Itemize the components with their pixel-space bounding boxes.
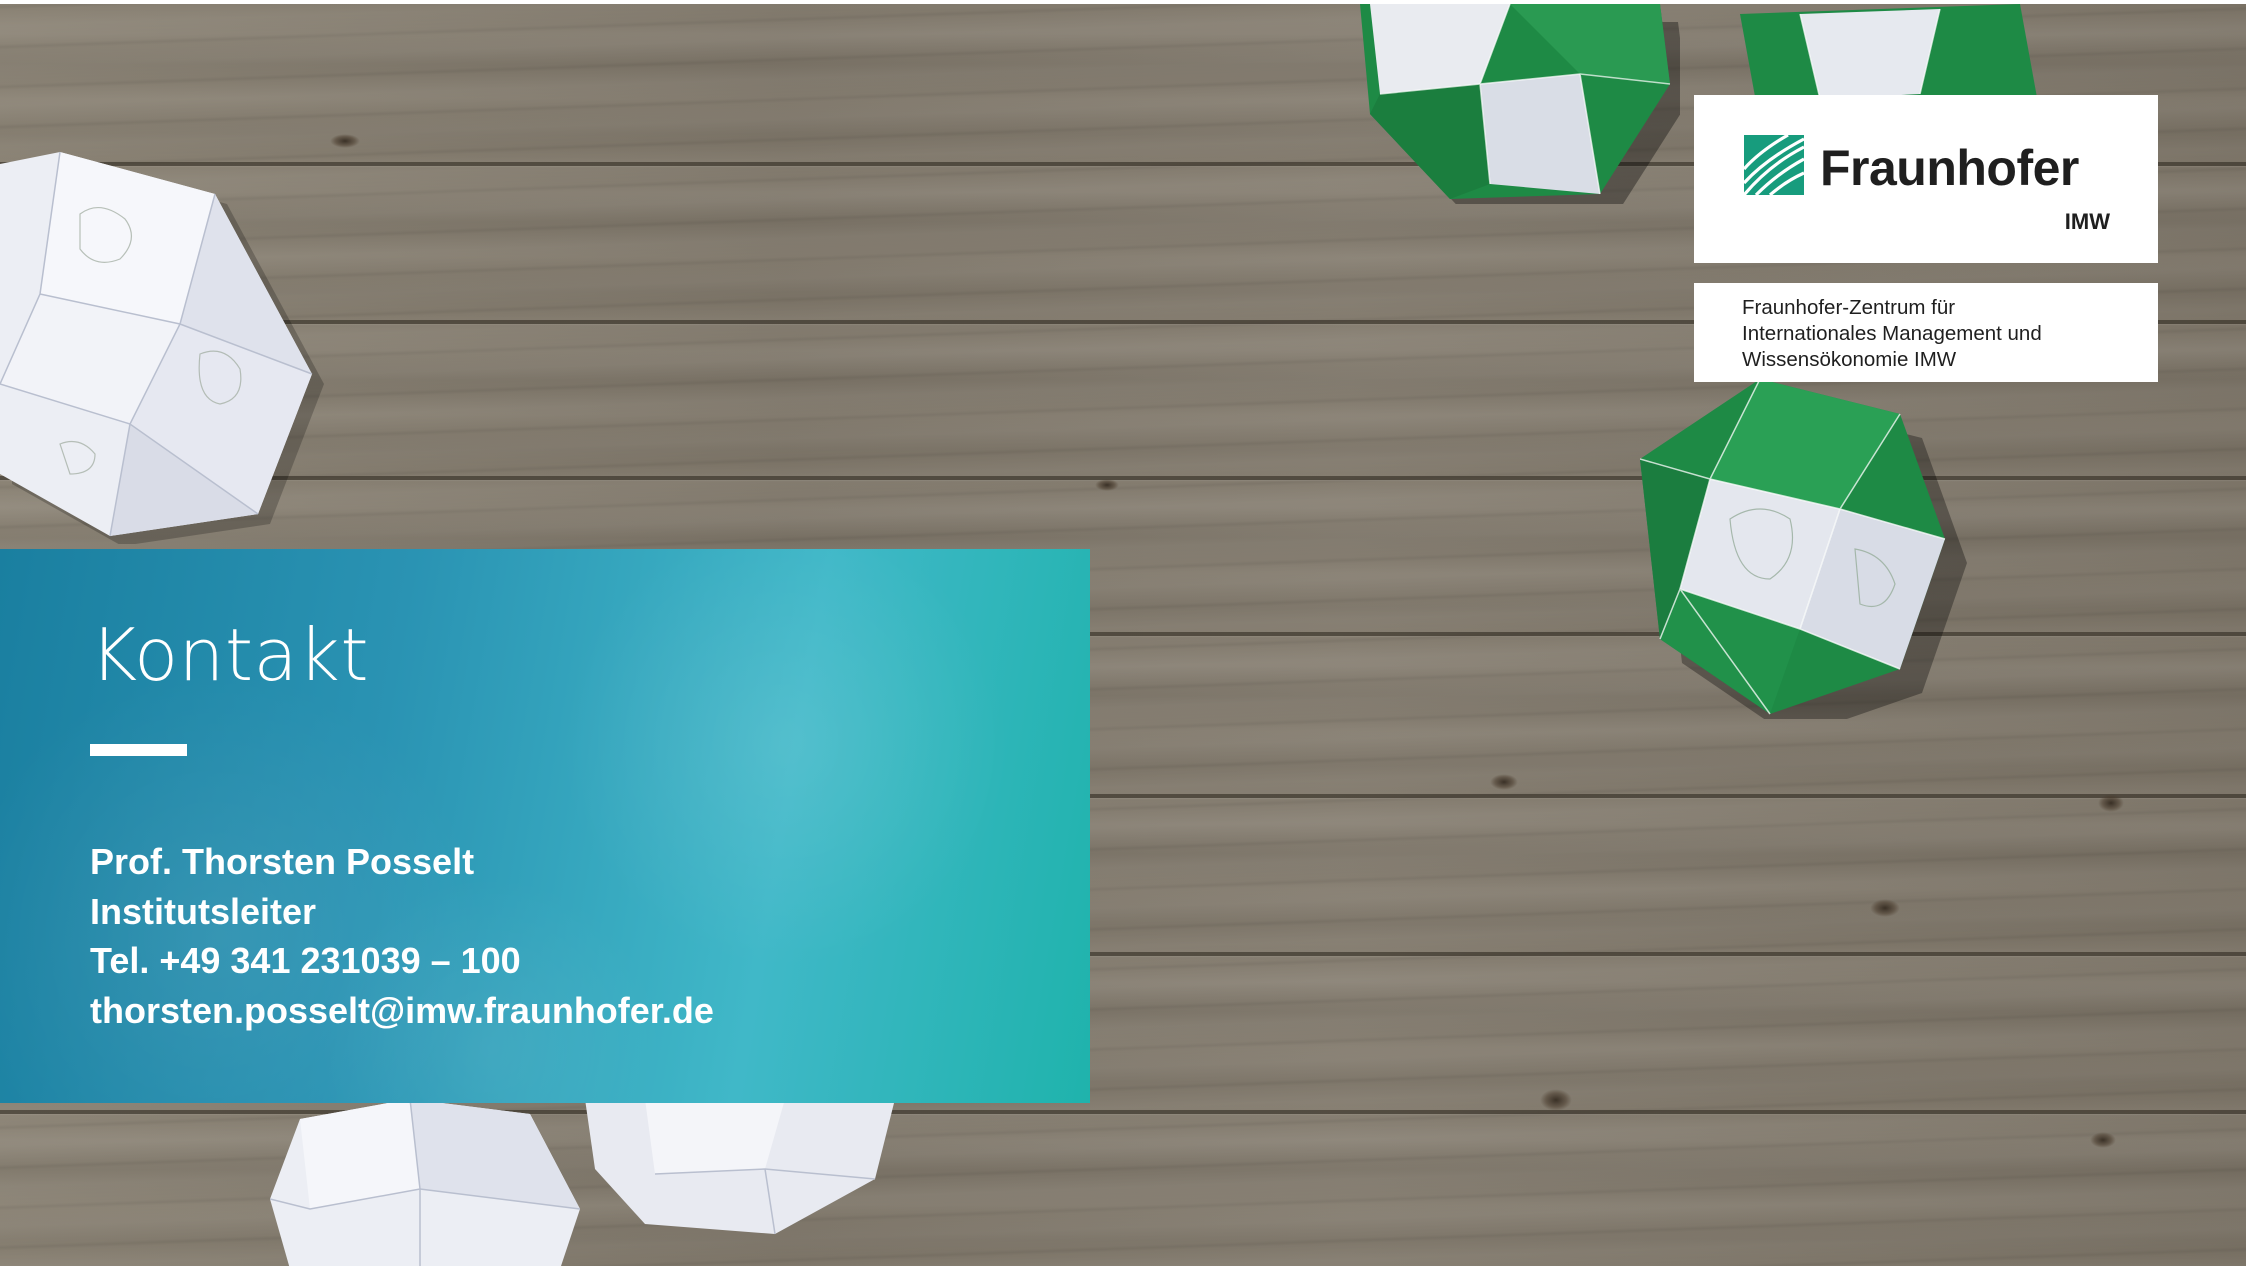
wood-knot [1540, 1089, 1572, 1111]
logo-unit: IMW [2064, 209, 2110, 234]
wood-knot [2090, 1132, 2116, 1148]
institute-description: Fraunhofer-Zentrum für Internationales M… [1694, 283, 2158, 382]
contact-panel: Kontakt Prof. Thorsten Posselt Instituts… [0, 549, 1090, 1103]
green-paper-globe-icon [1360, 4, 1680, 204]
contact-phone: Tel. +49 341 231039 – 100 [90, 940, 521, 981]
wood-knot [330, 134, 360, 148]
contact-name: Prof. Thorsten Posselt [90, 841, 475, 882]
title-underline [90, 744, 187, 756]
wood-knot [2098, 794, 2124, 812]
wood-knot [1490, 774, 1518, 790]
wood-knot [1870, 899, 1900, 917]
contact-details: Prof. Thorsten Posselt Institutsleiter T… [90, 837, 714, 1035]
fraunhofer-logo: Fraunhofer IMW [1694, 95, 2158, 263]
green-paper-globe-icon [1640, 379, 1967, 719]
page-title: Kontakt [90, 613, 370, 697]
slide-background: Fraunhofer IMW Fraunhofer-Zentrum für In… [0, 4, 2246, 1266]
institute-line: Wissensökonomie IMW [1742, 348, 1957, 371]
white-paper-globe-icon [270, 1099, 581, 1266]
contact-email[interactable]: thorsten.posselt@imw.fraunhofer.de [90, 986, 714, 1036]
wood-knot [1095, 479, 1119, 491]
contact-role: Institutsleiter [90, 890, 317, 932]
white-paper-globe-icon [0, 151, 324, 544]
fraunhofer-stripes-icon [1744, 135, 1804, 195]
institute-line: Internationales Management und [1742, 322, 2042, 345]
institute-line: Fraunhofer-Zentrum für [1742, 296, 1956, 319]
logo-wordmark: Fraunhofer [1820, 140, 2079, 196]
white-paper-globe-icon [585, 1099, 895, 1235]
